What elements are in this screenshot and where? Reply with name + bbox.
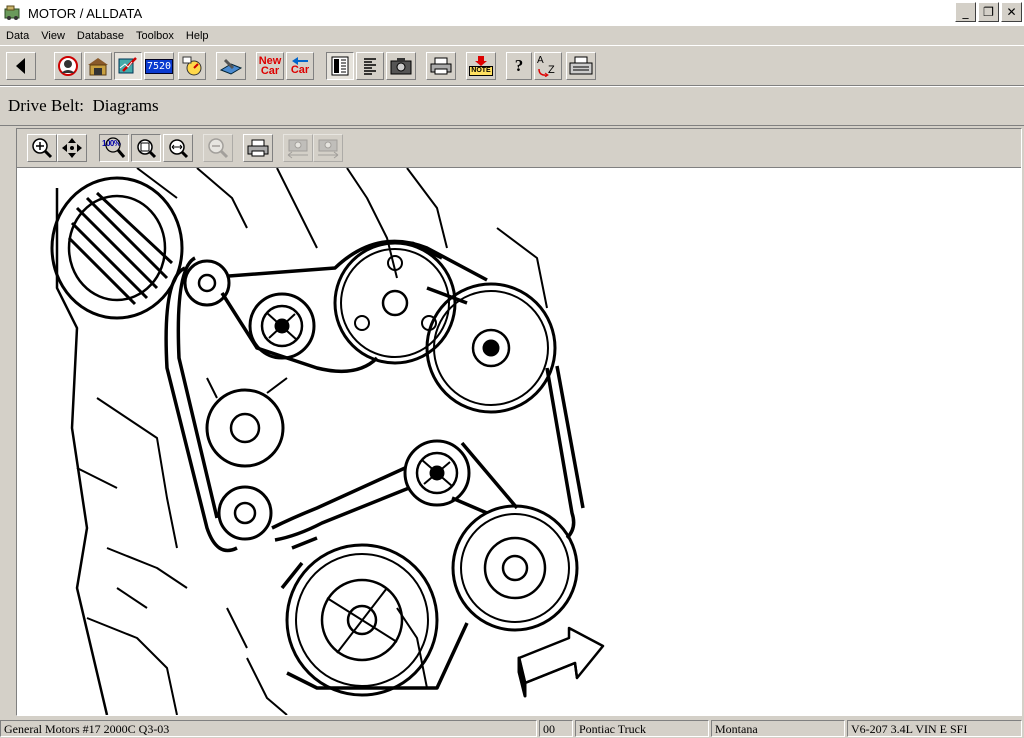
a-to-z-icon: A Z [536, 55, 560, 77]
title-bar: MOTOR / ALLDATA _ ❐ ✕ [0, 0, 1024, 26]
note-label: NOTE [469, 66, 493, 76]
menu-toolbox[interactable]: Toolbox [130, 30, 180, 42]
note-button[interactable]: NOTE [466, 52, 496, 80]
breadcrumb: Drive Belt: Diagrams [0, 86, 1024, 126]
note-down-arrow-icon [475, 56, 487, 66]
next-image-button[interactable] [313, 134, 343, 162]
menu-help[interactable]: Help [180, 30, 215, 42]
fax-icon [569, 56, 593, 75]
specs-button[interactable] [178, 52, 206, 80]
chip-7520-icon: 7520 [144, 58, 174, 74]
print-button[interactable] [426, 52, 456, 80]
printer-icon [247, 139, 269, 157]
zoom-in-icon [32, 138, 53, 159]
mechanic-icon [58, 56, 78, 76]
zoom-out-icon [208, 138, 229, 159]
power-steering-pulley [333, 241, 457, 365]
previous-camera-icon [287, 139, 308, 159]
pen-chart-icon [118, 57, 137, 74]
ac-compressor-pulley [451, 504, 579, 632]
viewer-toolbar: 100% [17, 129, 1021, 168]
zoom-width-button[interactable] [163, 134, 193, 162]
status-bar: General Motors #17 2000C Q3-03 00 Pontia… [0, 718, 1024, 738]
split-page-icon [331, 56, 349, 76]
text-view-button[interactable] [356, 52, 384, 80]
garage-button[interactable] [84, 52, 112, 80]
belt-routing-drawing [50, 168, 605, 715]
menu-bar: Data View Database Toolbox Help [0, 26, 1024, 46]
minimize-icon: _ [962, 5, 969, 19]
page-title: Drive Belt: Diagrams [8, 96, 159, 115]
close-button[interactable]: ✕ [1001, 2, 1022, 22]
crankshaft-pulley [285, 543, 439, 697]
menu-view[interactable]: View [35, 30, 71, 42]
previous-car-label: Car [290, 64, 310, 76]
pan-arrows-icon [62, 138, 82, 158]
zoom-fit-button[interactable] [131, 134, 161, 162]
center-tensioner-pulley [403, 439, 471, 507]
lower-left-pulley [217, 485, 273, 541]
garage-icon [88, 58, 108, 76]
status-make: Pontiac Truck [575, 720, 709, 737]
idler-pulley [205, 377, 288, 468]
index-button[interactable]: A Z [534, 52, 562, 80]
next-camera-icon [318, 139, 339, 159]
back-arrow-icon [16, 58, 25, 74]
text-page-icon [364, 58, 376, 75]
previous-image-button[interactable] [283, 134, 313, 162]
viewer-print-button[interactable] [243, 134, 273, 162]
zoom-width-icon [169, 139, 189, 159]
status-code: 00 [539, 720, 573, 737]
right-pulley [425, 282, 557, 414]
app-icon [4, 5, 20, 20]
status-manufacturer: General Motors #17 2000C Q3-03 [0, 720, 537, 737]
diagnosis-button[interactable] [114, 52, 142, 80]
gauge-icon [182, 56, 202, 76]
camera-icon [390, 58, 412, 75]
new-car-label-bottom: Car [260, 65, 280, 77]
status-model: Montana [711, 720, 845, 737]
service-manual-button[interactable] [54, 52, 82, 80]
new-car-button[interactable]: New Car [256, 52, 284, 80]
window-title: MOTOR / ALLDATA [28, 5, 143, 21]
pan-button[interactable] [57, 134, 87, 162]
main-toolbar: 7520 New Car Car NOTE ? A Z [0, 47, 1024, 86]
drive-belt-diagram [17, 168, 1021, 715]
zoom-100-button[interactable]: 100% [99, 134, 129, 162]
fax-button[interactable] [566, 52, 596, 80]
zoom-fit-icon [137, 139, 157, 159]
zoom-100-icon: 100% [102, 137, 126, 159]
zoom-out-button[interactable] [203, 134, 233, 162]
close-icon: ✕ [1006, 5, 1017, 19]
menu-data[interactable]: Data [0, 30, 35, 42]
question-mark-icon: ? [514, 56, 524, 75]
zoom-in-button[interactable] [27, 134, 57, 162]
alternator [50, 176, 231, 320]
status-engine: V6-207 3.4L VIN E SFI [847, 720, 1022, 737]
wrench-book-icon [219, 58, 243, 75]
labor-guide-button[interactable]: 7520 [144, 52, 174, 80]
menu-database[interactable]: Database [71, 30, 130, 42]
help-button[interactable]: ? [506, 52, 532, 80]
diagram-viewer: 100% [16, 128, 1022, 716]
printer-icon [430, 57, 452, 75]
rotation-direction-arrow-icon [517, 626, 605, 698]
graphics-view-button[interactable] [386, 52, 416, 80]
tsb-button[interactable] [216, 52, 246, 80]
back-button[interactable] [6, 52, 36, 80]
previous-car-button[interactable]: Car [286, 52, 314, 80]
restore-button[interactable]: ❐ [978, 2, 999, 22]
split-view-button[interactable] [326, 52, 354, 80]
restore-icon: ❐ [983, 5, 994, 19]
minimize-button[interactable]: _ [955, 2, 976, 22]
